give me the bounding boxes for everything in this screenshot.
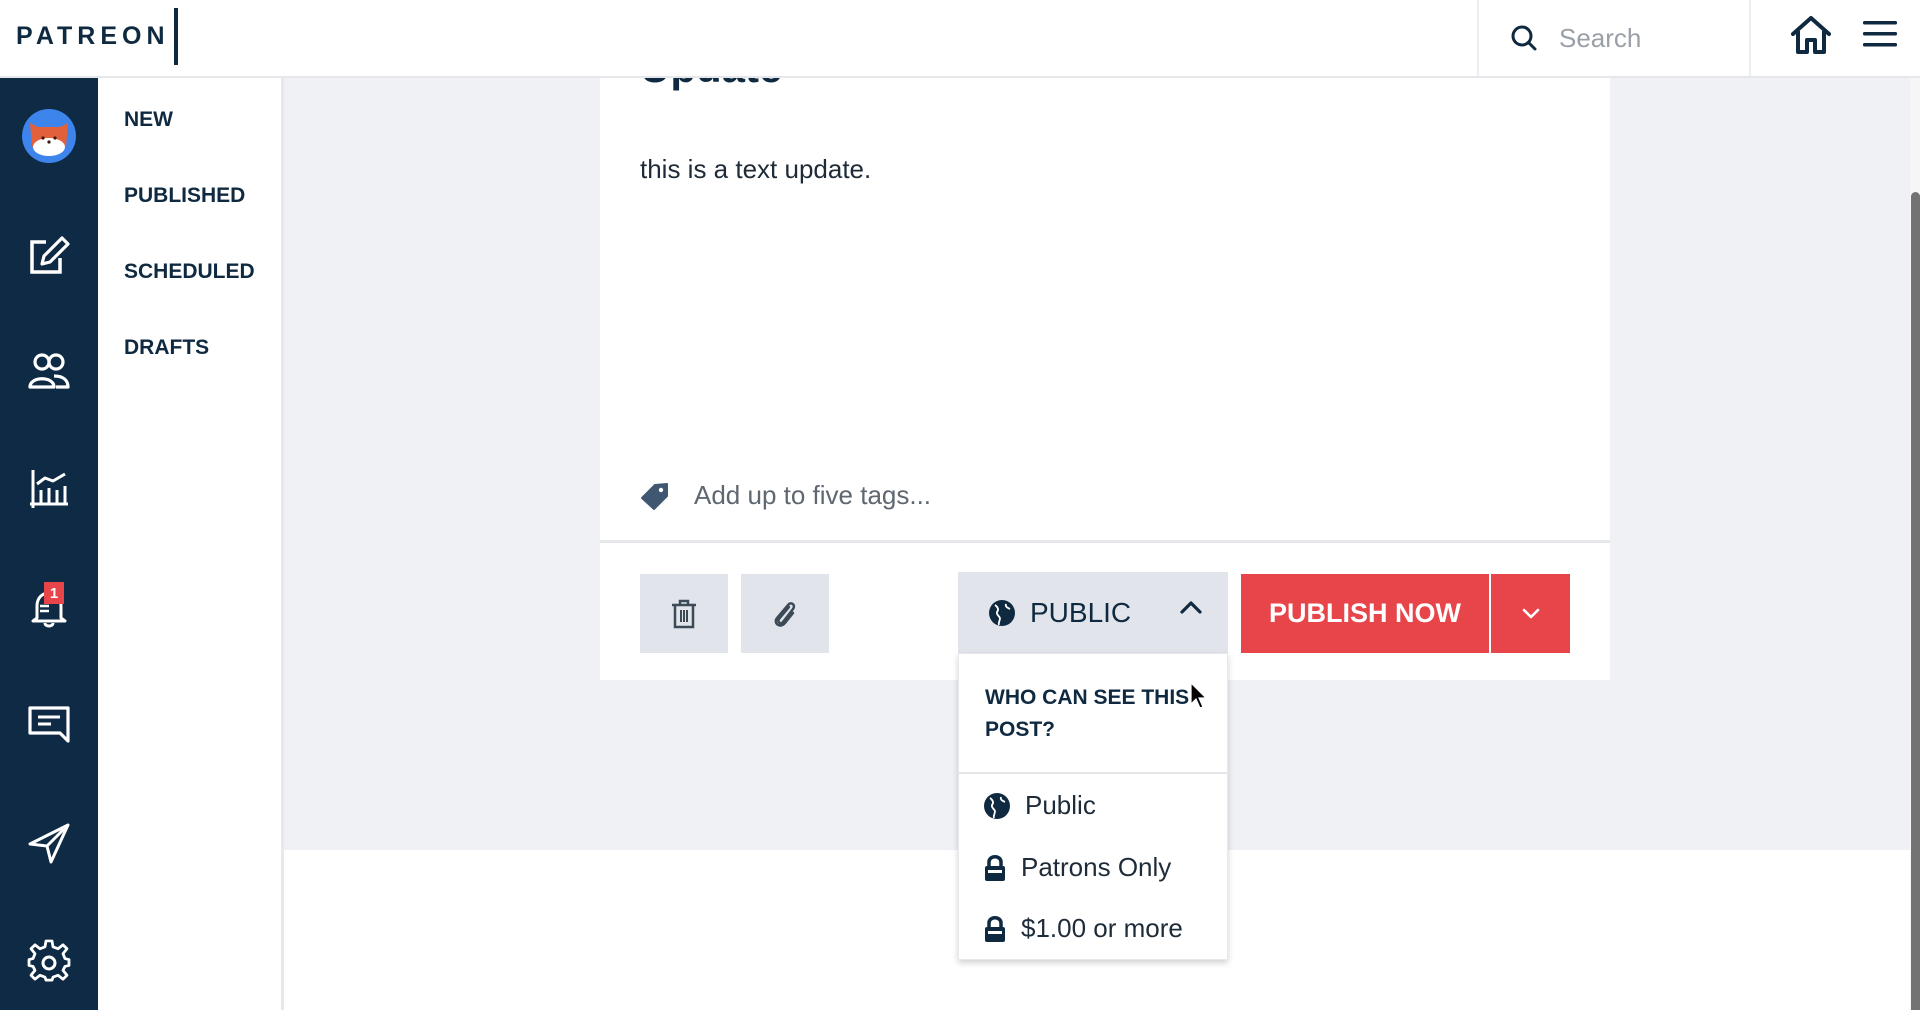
globe-icon [984, 792, 1010, 819]
attach-button[interactable] [741, 574, 829, 653]
card-divider [600, 540, 1610, 543]
rail-item-promote[interactable] [0, 808, 98, 878]
paperclip-icon [774, 601, 796, 627]
posts-subnav: NEW PUBLISHED SCHEDULED DRAFTS [98, 78, 284, 1010]
dropdown-divider [959, 772, 1229, 774]
hamburger-menu-button[interactable] [1860, 14, 1900, 54]
tag-icon [641, 482, 668, 510]
subnav-item-drafts[interactable]: DRAFTS [124, 336, 209, 360]
chart-icon [30, 470, 68, 508]
rail-item-messages[interactable] [0, 690, 98, 760]
tags-input[interactable] [694, 480, 1194, 511]
delete-button[interactable] [640, 574, 728, 653]
scrollbar-thumb[interactable] [1911, 192, 1920, 1010]
post-editor-card: Update this is a text update. PUBLI [600, 78, 1610, 680]
rail-item-settings[interactable] [0, 926, 98, 996]
privacy-option-label: Patrons Only [1021, 852, 1172, 882]
privacy-dropdown: WHO CAN SEE THIS POST? Public Patrons On… [958, 653, 1229, 960]
privacy-option-label: $1.00 or more [1021, 913, 1183, 943]
search-input[interactable] [1559, 22, 1749, 54]
home-icon [1791, 16, 1831, 54]
subnav-item-new[interactable]: NEW [124, 108, 173, 132]
search-icon [1511, 25, 1537, 51]
rail-item-notifications[interactable]: 1 [0, 572, 98, 642]
lock-icon [985, 915, 1005, 942]
privacy-dropdown-header: WHO CAN SEE THIS POST? [985, 686, 1190, 741]
mouse-cursor-icon [1190, 682, 1208, 709]
send-icon [28, 823, 70, 864]
notification-badge: 1 [44, 582, 64, 604]
top-bar: PATREON [0, 0, 1920, 78]
subnav-item-scheduled[interactable]: SCHEDULED [124, 260, 255, 284]
post-title-clip: Update [600, 78, 1610, 158]
rail-item-insights[interactable] [0, 454, 98, 524]
publish-options-button[interactable] [1491, 574, 1570, 653]
rail-item-patrons[interactable] [0, 336, 98, 406]
rail-item-avatar[interactable] [0, 101, 98, 171]
subnav-item-published[interactable]: PUBLISHED [124, 184, 245, 208]
icon-rail: 1 [0, 78, 98, 1010]
edit-icon [30, 236, 70, 274]
users-icon [28, 353, 70, 389]
globe-icon [989, 599, 1015, 626]
privacy-option-label: Public [1025, 790, 1096, 820]
avatar [22, 109, 76, 163]
message-icon [28, 706, 70, 743]
logo-divider [174, 8, 178, 65]
privacy-selected-label: PUBLIC [1030, 596, 1132, 628]
hamburger-menu-icon [1863, 21, 1897, 47]
privacy-selector-button[interactable]: PUBLIC [958, 572, 1228, 653]
fox-avatar-icon [30, 123, 68, 156]
privacy-option-public[interactable]: Public [983, 790, 1096, 821]
rail-item-posts[interactable] [0, 220, 98, 290]
patreon-logo[interactable]: PATREON [16, 22, 170, 51]
post-body[interactable]: this is a text update. [640, 154, 871, 185]
privacy-option-tier[interactable]: $1.00 or more [983, 913, 1183, 944]
gear-icon [27, 939, 71, 982]
lock-icon [985, 854, 1005, 881]
chevron-down-icon [1522, 608, 1539, 619]
tags-row [640, 480, 1194, 511]
search-box[interactable] [1477, 0, 1751, 76]
home-button[interactable] [1788, 12, 1834, 58]
privacy-option-patrons-only[interactable]: Patrons Only [983, 852, 1171, 883]
post-title[interactable]: Update [640, 78, 782, 92]
chevron-up-icon [1180, 601, 1202, 614]
trash-icon [672, 599, 696, 628]
publish-now-button[interactable]: PUBLISH NOW [1241, 574, 1489, 653]
